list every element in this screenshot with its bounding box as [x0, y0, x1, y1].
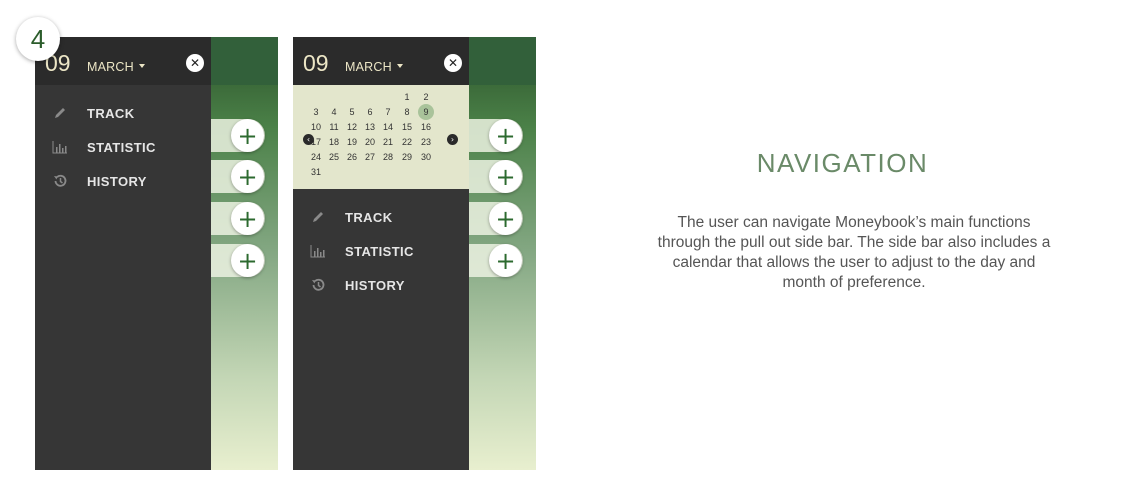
calendar-day[interactable]: 22 — [398, 135, 416, 150]
menu-item-label: HISTORY — [87, 174, 147, 189]
phone-screen-drawer-calendar: + + + + 09 MARCH ✕ ‹ › 1 2 3 4 5 6 7 8 9 10 11 12 13… — [293, 37, 536, 470]
step-number-badge: 4 — [16, 17, 60, 61]
calendar-day[interactable]: 11 — [325, 120, 343, 135]
menu-item-track[interactable]: TRACK — [293, 202, 469, 232]
calendar-day[interactable]: 15 — [398, 120, 416, 135]
calendar-day[interactable]: 5 — [343, 105, 361, 120]
calendar-day[interactable]: 4 — [325, 105, 343, 120]
calendar-day[interactable]: 9 — [417, 104, 435, 120]
side-drawer: 09 MARCH ✕ TRACK STATISTIC HISTORY — [35, 37, 211, 470]
add-button[interactable]: + — [231, 160, 264, 193]
menu-item-track[interactable]: TRACK — [35, 98, 211, 128]
history-icon — [312, 278, 325, 291]
calendar-day[interactable]: 25 — [325, 150, 343, 165]
calendar-day[interactable]: 18 — [325, 135, 343, 150]
calendar-day[interactable]: 14 — [379, 120, 397, 135]
drawer-header: 09 MARCH ✕ — [35, 37, 211, 85]
menu-item-history[interactable]: HISTORY — [293, 270, 469, 300]
close-icon[interactable]: ✕ — [444, 54, 462, 72]
calendar-day[interactable]: 30 — [417, 150, 435, 165]
add-button[interactable]: + — [489, 244, 522, 277]
add-button[interactable]: + — [489, 119, 522, 152]
calendar-day[interactable]: 2 — [417, 90, 435, 105]
history-icon — [54, 174, 67, 187]
section-description: The user can navigate Moneybook’s main f… — [657, 214, 1051, 291]
chevron-down-icon[interactable] — [139, 64, 145, 68]
calendar-day[interactable]: 10 — [307, 120, 325, 135]
month-selector[interactable]: MARCH — [87, 60, 134, 74]
calendar-picker: ‹ › 1 2 3 4 5 6 7 8 9 10 11 12 13 14 15 16 17 18 19 20 21 22 2… — [293, 85, 469, 189]
calendar-day[interactable]: 3 — [307, 105, 325, 120]
calendar-day[interactable]: 1 — [398, 90, 416, 105]
calendar-day[interactable]: 31 — [307, 165, 325, 180]
calendar-day[interactable]: 23 — [417, 135, 435, 150]
menu-item-label: STATISTIC — [345, 244, 414, 259]
side-drawer: 09 MARCH ✕ ‹ › 1 2 3 4 5 6 7 8 9 10 11 12 13 14 15 16 17… — [293, 37, 469, 470]
chevron-right-icon[interactable]: › — [447, 134, 458, 145]
calendar-day[interactable]: 7 — [379, 105, 397, 120]
calendar-day[interactable]: 19 — [343, 135, 361, 150]
chevron-down-icon[interactable] — [397, 64, 403, 68]
calendar-day[interactable]: 17 — [307, 135, 325, 150]
drawer-header: 09 MARCH ✕ — [293, 37, 469, 85]
calendar-day[interactable]: 13 — [361, 120, 379, 135]
section-title: NAVIGATION — [756, 148, 929, 178]
calendar-day[interactable]: 24 — [307, 150, 325, 165]
add-button[interactable]: + — [489, 202, 522, 235]
calendar-day[interactable]: 20 — [361, 135, 379, 150]
menu-item-label: STATISTIC — [87, 140, 156, 155]
menu-item-label: TRACK — [345, 210, 393, 225]
calendar-day[interactable]: 6 — [361, 105, 379, 120]
add-button[interactable]: + — [231, 119, 264, 152]
month-selector[interactable]: MARCH — [345, 60, 392, 74]
menu-item-label: HISTORY — [345, 278, 405, 293]
phone-screen-drawer: + + + + 09 MARCH ✕ TRACK STATISTIC HISTO… — [35, 37, 278, 470]
add-button[interactable]: + — [489, 160, 522, 193]
bar-chart-icon — [310, 245, 325, 258]
calendar-day[interactable]: 8 — [398, 105, 416, 120]
pencil-icon — [313, 212, 323, 222]
calendar-day[interactable]: 16 — [417, 120, 435, 135]
bar-chart-icon — [52, 141, 67, 154]
selected-day[interactable]: 09 — [303, 50, 329, 77]
add-button[interactable]: + — [231, 202, 264, 235]
calendar-day[interactable]: 27 — [361, 150, 379, 165]
menu-item-history[interactable]: HISTORY — [35, 166, 211, 196]
pencil-icon — [55, 108, 65, 118]
close-icon[interactable]: ✕ — [186, 54, 204, 72]
menu-item-statistic[interactable]: STATISTIC — [35, 132, 211, 162]
add-button[interactable]: + — [231, 244, 264, 277]
calendar-day[interactable]: 29 — [398, 150, 416, 165]
calendar-day[interactable]: 26 — [343, 150, 361, 165]
menu-item-label: TRACK — [87, 106, 135, 121]
calendar-day[interactable]: 12 — [343, 120, 361, 135]
calendar-day[interactable]: 21 — [379, 135, 397, 150]
menu-item-statistic[interactable]: STATISTIC — [293, 236, 469, 266]
calendar-day[interactable]: 28 — [379, 150, 397, 165]
